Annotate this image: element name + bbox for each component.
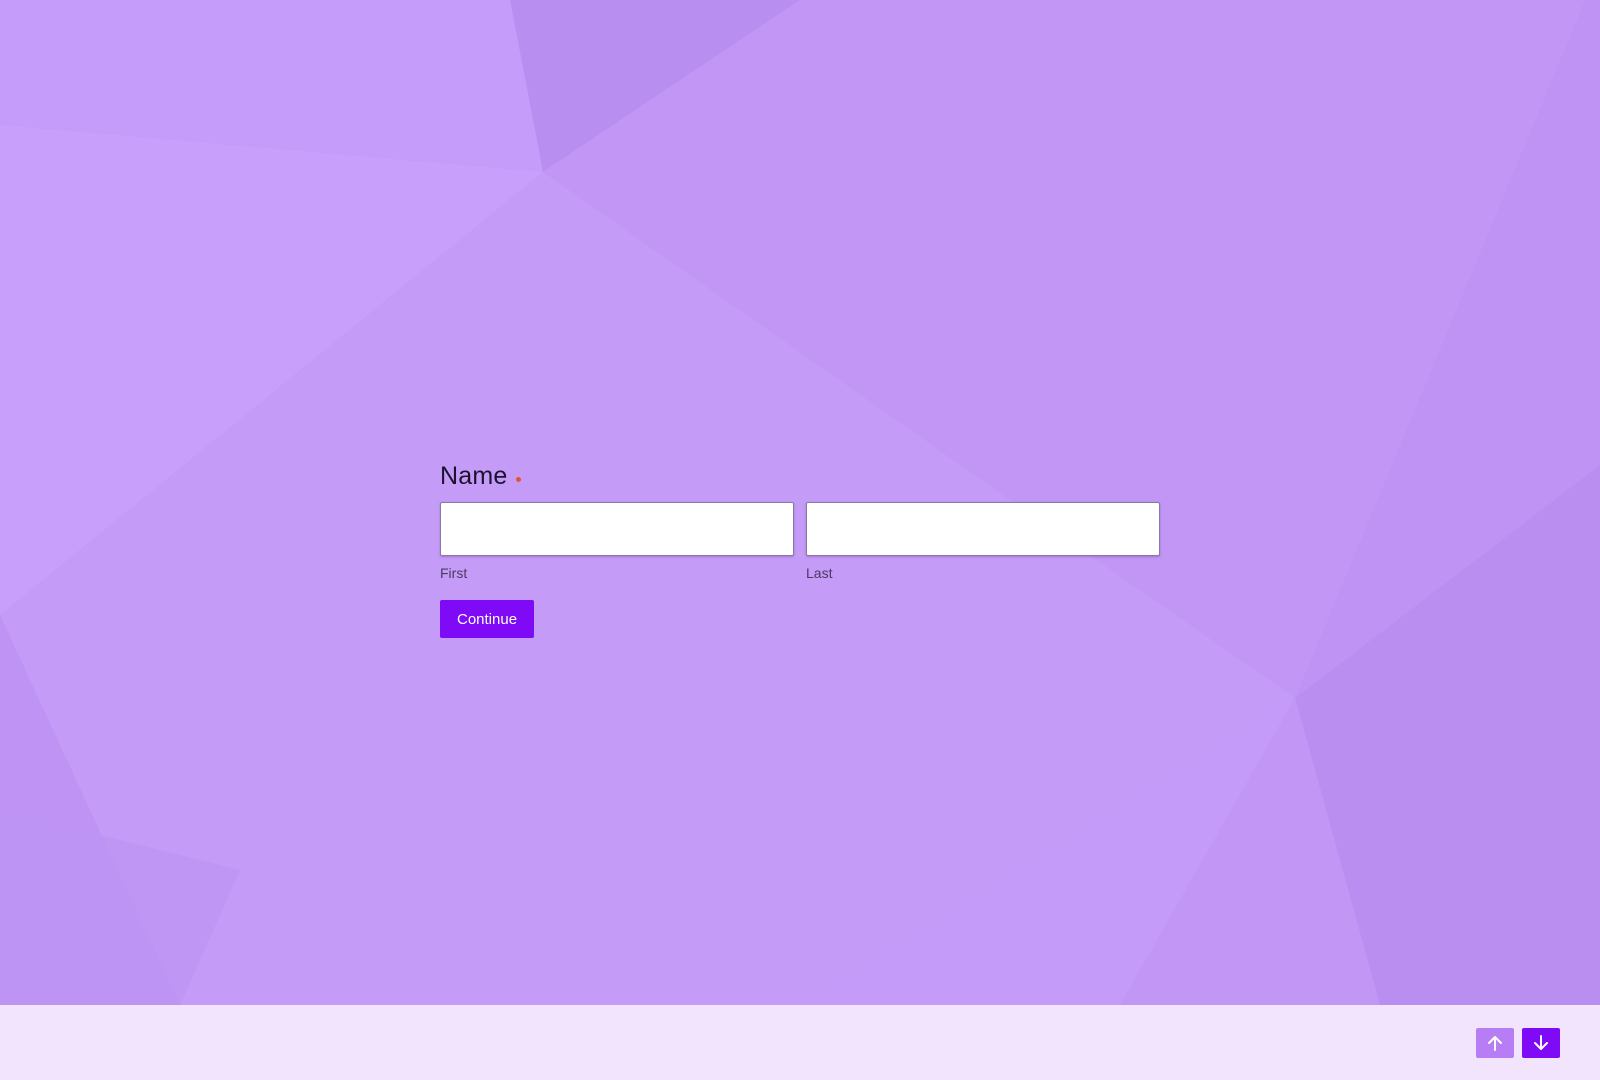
last-name-sublabel: Last xyxy=(806,565,833,581)
question-title: Name xyxy=(440,461,508,490)
name-question: Name First Last Continue xyxy=(440,460,1160,638)
previous-question-button[interactable] xyxy=(1476,1028,1514,1058)
continue-button[interactable]: Continue xyxy=(440,600,535,638)
footer-navigation-bar xyxy=(0,1005,1600,1080)
next-question-button[interactable] xyxy=(1522,1028,1560,1058)
first-name-sublabel: First xyxy=(440,565,468,581)
required-indicator-icon xyxy=(515,476,521,482)
last-name-group: Last xyxy=(806,502,1160,581)
name-fields-row: First Last xyxy=(440,502,1160,581)
first-name-group: First xyxy=(440,502,794,581)
question-label: Name xyxy=(440,460,1160,492)
arrow-up-icon xyxy=(1486,1034,1504,1052)
last-name-input[interactable] xyxy=(806,502,1160,556)
first-name-input[interactable] xyxy=(440,502,794,556)
arrow-down-icon xyxy=(1532,1034,1550,1052)
